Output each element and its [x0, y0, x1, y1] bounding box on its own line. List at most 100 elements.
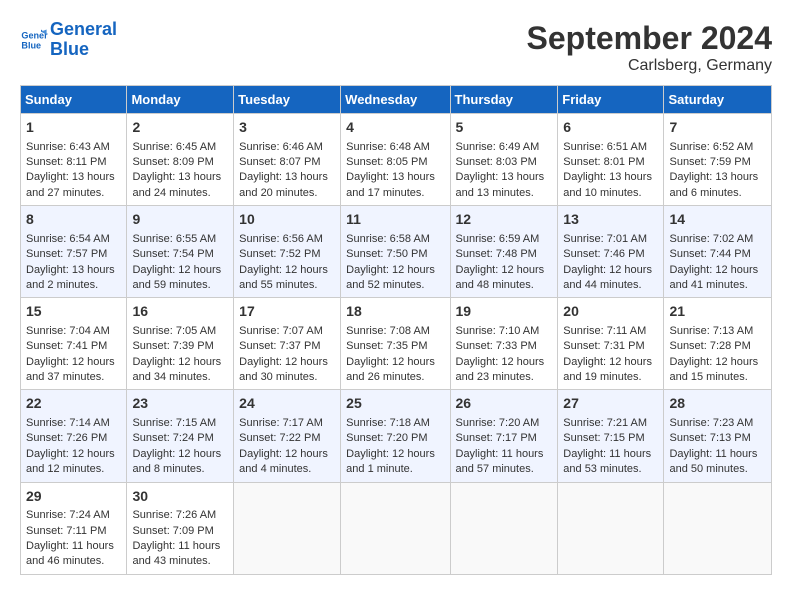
day-info: Sunset: 7:11 PM [26, 524, 121, 539]
day-info: Sunrise: 7:08 AM [346, 324, 444, 339]
calendar-week-0: 1Sunrise: 6:43 AMSunset: 8:11 PMDaylight… [21, 114, 772, 206]
calendar-cell: 5 Sunrise: 6:49 AMSunset: 8:03 PMDaylight… [450, 114, 558, 206]
calendar-cell: 6Sunrise: 6:51 AMSunset: 8:01 PMDaylight… [558, 114, 664, 206]
day-info: Sunrise: 7:18 AM [346, 416, 444, 431]
logo-text: General Blue [50, 20, 117, 60]
calendar-cell: 12Sunrise: 6:59 AMSunset: 7:48 PMDayligh… [450, 206, 558, 298]
day-number: 8 [26, 210, 121, 230]
day-info: Daylight: 13 hours [26, 170, 121, 185]
day-info: and 6 minutes. [669, 186, 766, 201]
day-info: Daylight: 13 hours [669, 170, 766, 185]
day-number: 26 [456, 394, 553, 414]
day-info: Sunrise: 7:23 AM [669, 416, 766, 431]
title-area: September 2024 Carlsberg, Germany [527, 20, 772, 75]
day-info: Daylight: 12 hours [132, 447, 228, 462]
day-info: and 34 minutes. [132, 370, 228, 385]
day-number: 29 [26, 487, 121, 507]
day-info: Sunset: 7:37 PM [239, 339, 335, 354]
logo-line1: General [50, 19, 117, 39]
day-info: Daylight: 13 hours [456, 170, 553, 185]
calendar-cell [558, 482, 664, 574]
day-info: Daylight: 12 hours [132, 355, 228, 370]
day-info: Sunrise: 7:17 AM [239, 416, 335, 431]
day-info: and 2 minutes. [26, 278, 121, 293]
calendar-cell: 11Sunrise: 6:58 AMSunset: 7:50 PMDayligh… [341, 206, 450, 298]
day-info: and 10 minutes. [563, 186, 658, 201]
day-info: Daylight: 11 hours [132, 539, 228, 554]
calendar-cell [450, 482, 558, 574]
day-info: Sunset: 7:54 PM [132, 247, 228, 262]
header-cell-thursday: Thursday [450, 86, 558, 114]
day-info: and 27 minutes. [26, 186, 121, 201]
day-info: Sunset: 8:03 PM [456, 155, 553, 170]
day-info: Sunset: 8:11 PM [26, 155, 121, 170]
calendar-cell: 4Sunrise: 6:48 AMSunset: 8:05 PMDaylight… [341, 114, 450, 206]
day-info: and 44 minutes. [563, 278, 658, 293]
calendar-cell: 27Sunrise: 7:21 AMSunset: 7:15 PMDayligh… [558, 390, 664, 482]
day-info: Daylight: 12 hours [26, 355, 121, 370]
day-info: Sunset: 7:26 PM [26, 431, 121, 446]
day-number: 10 [239, 210, 335, 230]
day-info: Sunset: 7:31 PM [563, 339, 658, 354]
day-number: 17 [239, 302, 335, 322]
day-info: Sunrise: 7:01 AM [563, 232, 658, 247]
day-info: Sunset: 7:24 PM [132, 431, 228, 446]
logo: General Blue General Blue [20, 20, 117, 60]
day-info: Daylight: 11 hours [669, 447, 766, 462]
day-number: 7 [669, 118, 766, 138]
day-info: Sunset: 7:15 PM [563, 431, 658, 446]
day-info: Sunset: 7:57 PM [26, 247, 121, 262]
day-number: 2 [132, 118, 228, 138]
day-info: Daylight: 12 hours [669, 263, 766, 278]
logo-line2: Blue [50, 39, 89, 59]
day-number: 11 [346, 210, 444, 230]
day-info: Daylight: 12 hours [456, 355, 553, 370]
day-info: Sunset: 7:44 PM [669, 247, 766, 262]
day-number: 30 [132, 487, 228, 507]
day-info: Daylight: 13 hours [132, 170, 228, 185]
calendar-week-3: 22Sunrise: 7:14 AMSunset: 7:26 PMDayligh… [21, 390, 772, 482]
day-info: Sunset: 7:28 PM [669, 339, 766, 354]
day-info: Sunrise: 6:56 AM [239, 232, 335, 247]
day-info: and 59 minutes. [132, 278, 228, 293]
day-info: Sunrise: 7:05 AM [132, 324, 228, 339]
day-info: and 17 minutes. [346, 186, 444, 201]
day-info: Daylight: 12 hours [239, 355, 335, 370]
day-info: and 30 minutes. [239, 370, 335, 385]
calendar-cell: 1Sunrise: 6:43 AMSunset: 8:11 PMDaylight… [21, 114, 127, 206]
day-info: and 24 minutes. [132, 186, 228, 201]
calendar-header: SundayMondayTuesdayWednesdayThursdayFrid… [21, 86, 772, 114]
day-info: Sunrise: 7:11 AM [563, 324, 658, 339]
day-info: Sunrise: 7:02 AM [669, 232, 766, 247]
day-info: and 50 minutes. [669, 462, 766, 477]
calendar-cell: 14Sunrise: 7:02 AMSunset: 7:44 PMDayligh… [664, 206, 772, 298]
day-info: and 23 minutes. [456, 370, 553, 385]
calendar-cell: 8Sunrise: 6:54 AMSunset: 7:57 PMDaylight… [21, 206, 127, 298]
day-number: 15 [26, 302, 121, 322]
calendar-cell [341, 482, 450, 574]
day-info: Sunrise: 7:20 AM [456, 416, 553, 431]
calendar-cell [234, 482, 341, 574]
logo-icon: General Blue [20, 26, 48, 54]
day-info: Sunrise: 6:46 AM [239, 140, 335, 155]
calendar-week-2: 15Sunrise: 7:04 AMSunset: 7:41 PMDayligh… [21, 298, 772, 390]
header: General Blue General Blue September 2024… [20, 20, 772, 75]
day-info: and 55 minutes. [239, 278, 335, 293]
day-number: 12 [456, 210, 553, 230]
day-info: Sunset: 7:22 PM [239, 431, 335, 446]
day-info: Sunset: 8:07 PM [239, 155, 335, 170]
day-info: Sunrise: 6:58 AM [346, 232, 444, 247]
day-info: Sunset: 7:33 PM [456, 339, 553, 354]
day-info: Sunrise: 6:49 AM [456, 140, 553, 155]
day-number: 5 [456, 118, 553, 138]
day-info: Daylight: 13 hours [26, 263, 121, 278]
day-info: and 46 minutes. [26, 554, 121, 569]
calendar-cell: 28Sunrise: 7:23 AMSunset: 7:13 PMDayligh… [664, 390, 772, 482]
day-info: Daylight: 11 hours [563, 447, 658, 462]
day-number: 6 [563, 118, 658, 138]
day-info: Sunset: 7:50 PM [346, 247, 444, 262]
day-info: Daylight: 11 hours [26, 539, 121, 554]
day-info: Daylight: 12 hours [26, 447, 121, 462]
svg-text:Blue: Blue [21, 40, 41, 50]
calendar-cell: 17Sunrise: 7:07 AMSunset: 7:37 PMDayligh… [234, 298, 341, 390]
